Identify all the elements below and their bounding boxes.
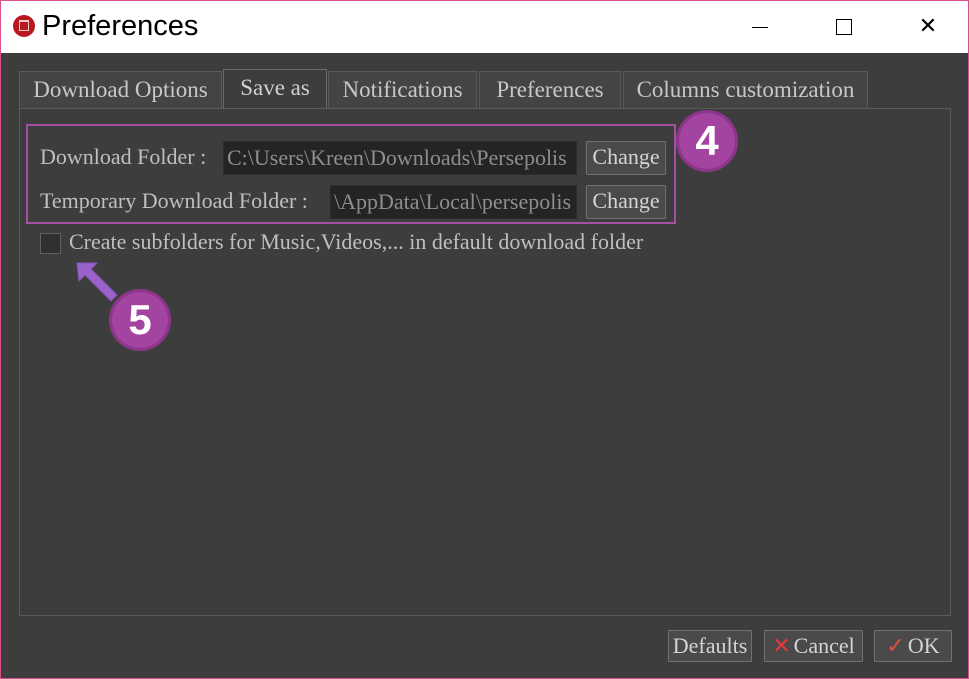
- tab-download-options[interactable]: Download Options: [19, 71, 222, 108]
- preferences-window: Preferences ✕ Download Options Save as N…: [0, 0, 969, 679]
- minimize-icon: [752, 26, 768, 28]
- cancel-button[interactable]: ✕ Cancel: [764, 630, 863, 662]
- annotation-badge-5: 5: [109, 289, 171, 351]
- tab-notifications[interactable]: Notifications: [328, 71, 477, 108]
- tab-columns-customization[interactable]: Columns customization: [623, 71, 868, 108]
- title-bar: Preferences ✕: [1, 1, 968, 53]
- change-download-folder-button[interactable]: Change: [586, 141, 666, 175]
- maximize-button[interactable]: [802, 1, 886, 53]
- close-icon: ✕: [918, 14, 938, 39]
- download-folder-field[interactable]: C:\Users\Kreen\Downloads\Persepolis: [223, 141, 577, 175]
- minimize-button[interactable]: [718, 1, 802, 53]
- tab-preferences[interactable]: Preferences: [479, 71, 621, 108]
- subfolders-label[interactable]: Create subfolders for Music,Videos,... i…: [69, 229, 643, 255]
- cancel-icon: ✕: [772, 633, 791, 658]
- close-button[interactable]: ✕: [886, 1, 968, 53]
- temp-folder-label: Temporary Download Folder :: [40, 188, 308, 213]
- download-folder-label: Download Folder :: [40, 144, 207, 169]
- check-icon: ✓: [886, 633, 905, 658]
- ok-label: OK: [907, 633, 940, 658]
- temp-folder-field[interactable]: \AppData\Local\persepolis: [330, 185, 577, 219]
- ok-button[interactable]: ✓ OK: [874, 630, 952, 662]
- change-temp-folder-button[interactable]: Change: [586, 185, 666, 219]
- subfolders-checkbox[interactable]: [40, 233, 61, 254]
- tab-save-as[interactable]: Save as: [223, 69, 327, 110]
- persepolis-app-icon: [13, 15, 35, 37]
- window-title: Preferences: [42, 10, 199, 42]
- cancel-label: Cancel: [793, 633, 855, 658]
- defaults-button[interactable]: Defaults: [668, 630, 752, 662]
- annotation-badge-4: 4: [676, 110, 738, 172]
- maximize-icon: [836, 19, 852, 35]
